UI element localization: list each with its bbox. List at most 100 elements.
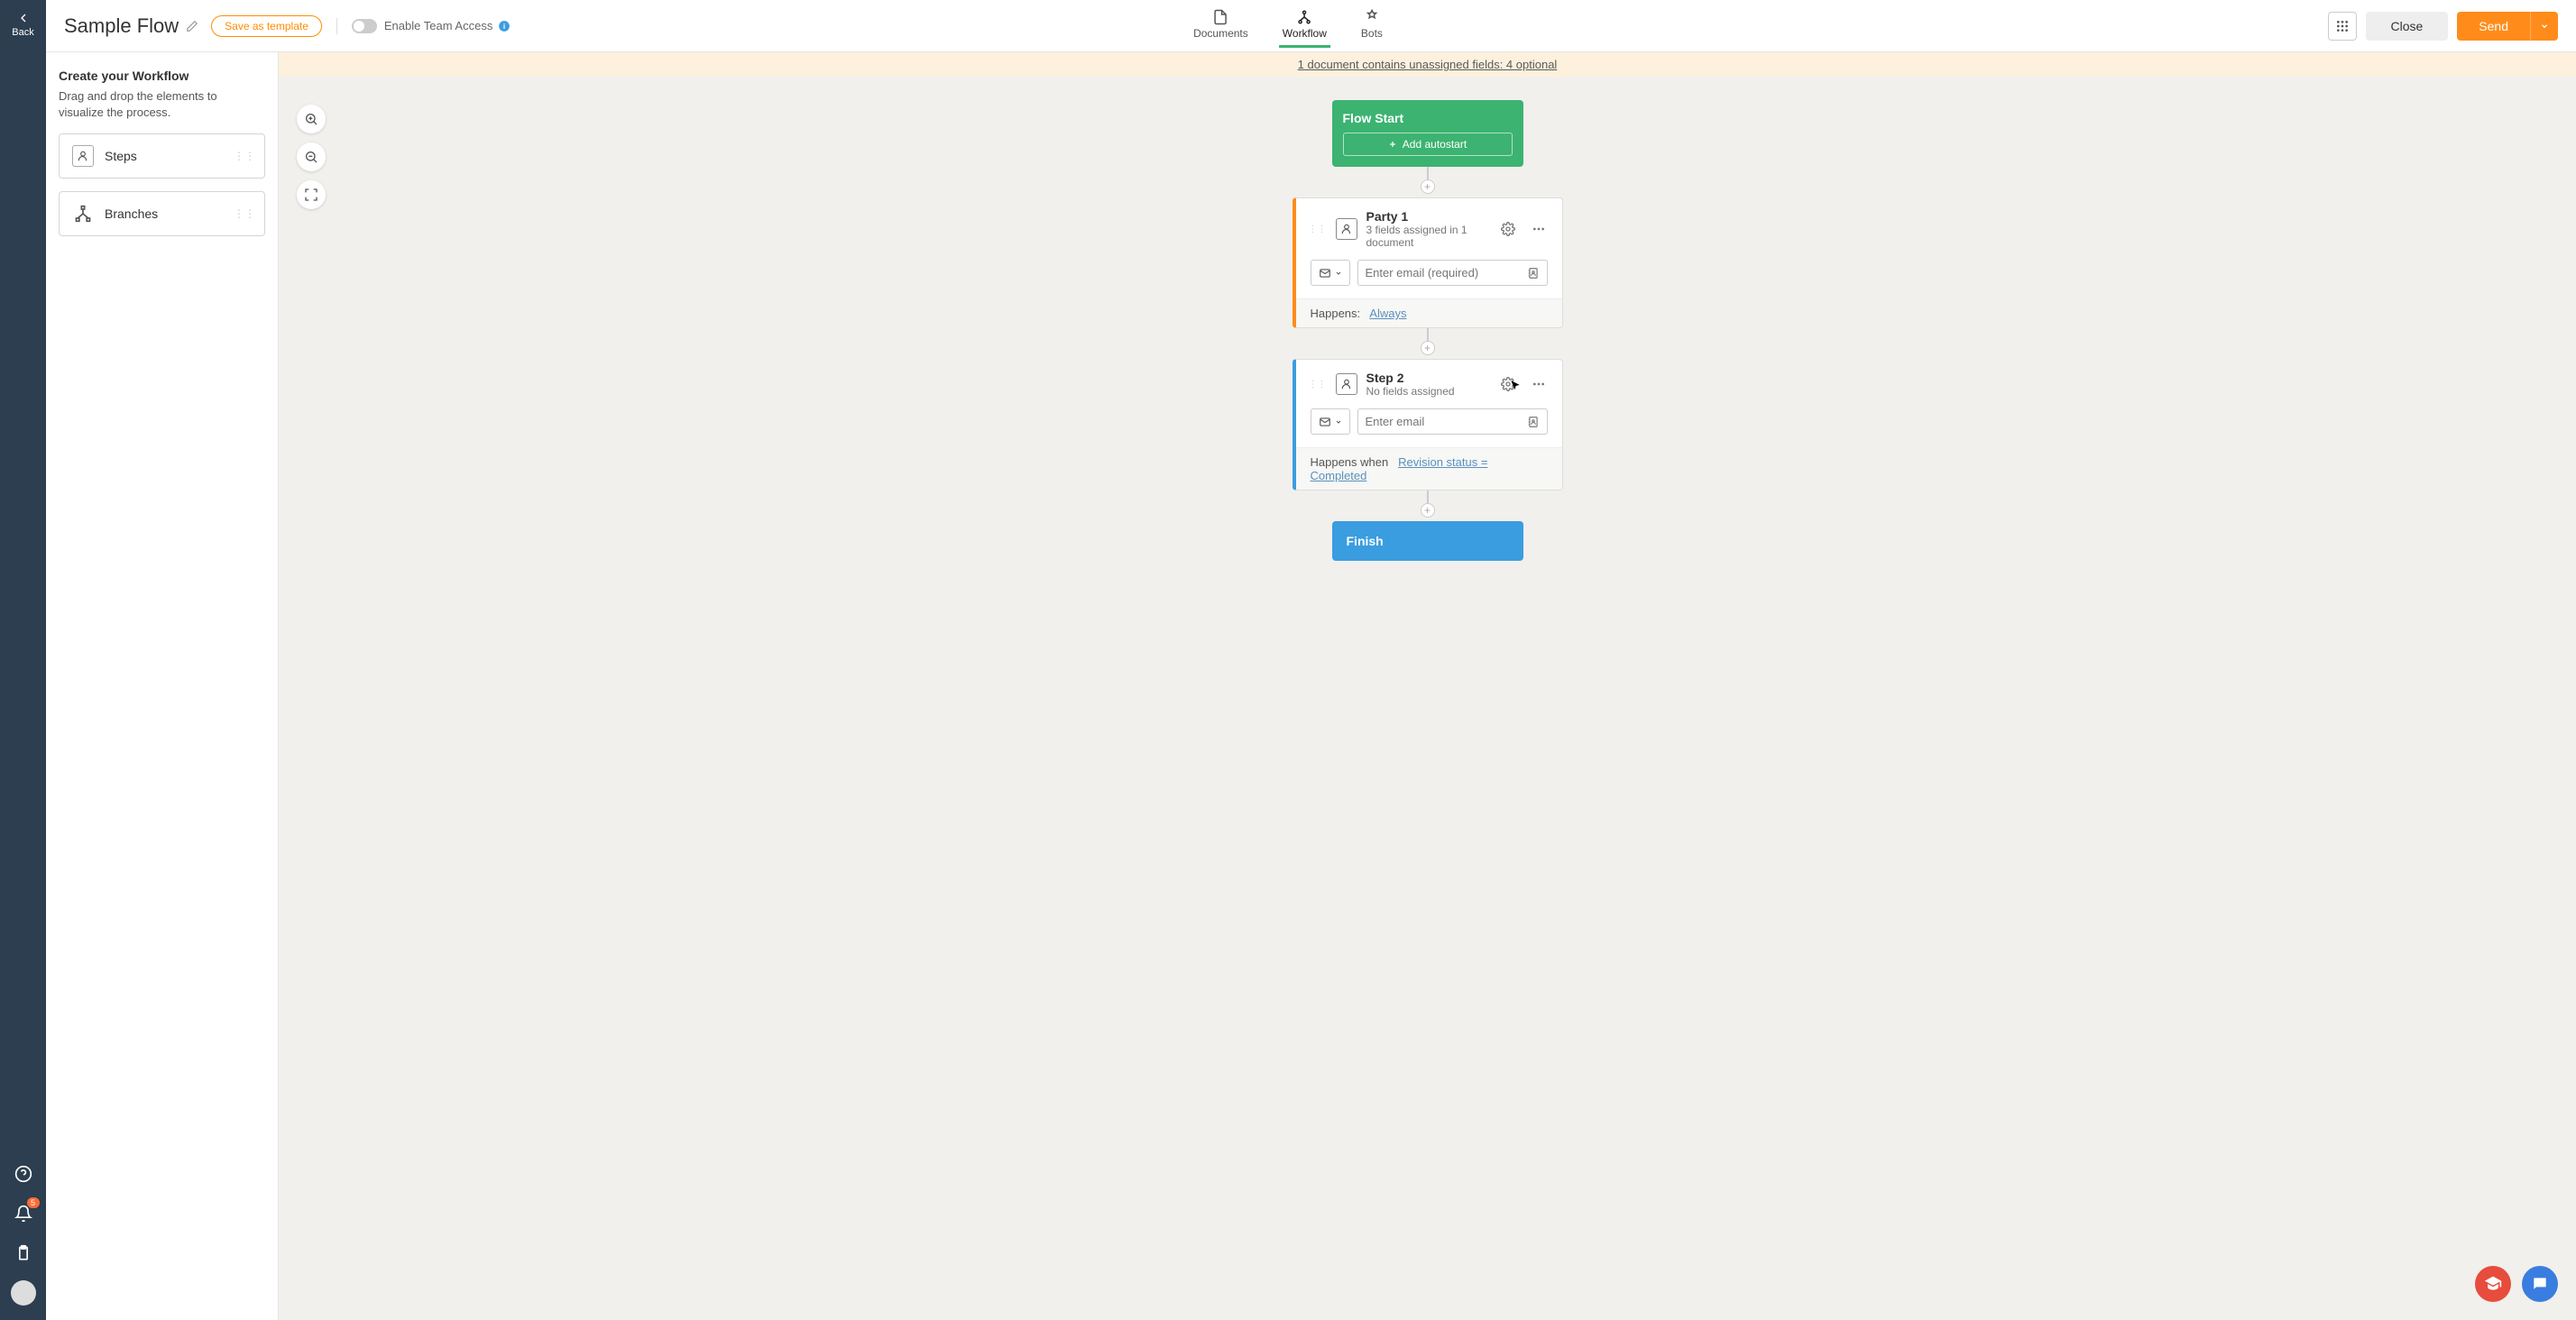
team-access-info-button[interactable]: i [498,20,511,32]
chevron-down-icon [2540,22,2549,31]
plus-icon [1388,140,1397,149]
send-button-group: Send [2457,12,2558,41]
palette-branches-label: Branches [105,206,158,221]
step-body [1296,252,1562,298]
drag-handle-icon: ⋮⋮ [234,150,255,162]
edit-title-button[interactable] [186,20,198,32]
academy-button[interactable] [2475,1266,2511,1302]
chat-icon [2531,1275,2549,1293]
email-input[interactable] [1366,261,1527,285]
step-icon-box [1336,218,1357,240]
notifications-button[interactable]: 5 [9,1199,38,1228]
drag-handle-icon[interactable]: ⋮⋮ [1309,380,1327,390]
drag-handle-icon[interactable]: ⋮⋮ [1309,225,1327,234]
tab-documents-label: Documents [1193,27,1248,40]
apps-button[interactable] [2328,12,2357,41]
steps-icon-box [72,145,94,167]
send-button[interactable]: Send [2457,12,2530,41]
step-icon-box [1336,373,1357,395]
sidebar-panel: Create your Workflow Drag and drop the e… [46,52,279,1320]
zoom-in-button[interactable] [297,105,326,133]
zoom-out-icon [304,150,318,164]
fullscreen-icon [304,188,318,202]
team-access-toggle[interactable] [352,19,377,33]
email-type-button[interactable] [1311,260,1350,286]
gear-icon [1501,222,1515,236]
step-footer: Happens when Revision status = Completed [1296,447,1562,490]
tab-bots-label: Bots [1361,27,1383,40]
add-step-button[interactable]: + [1421,503,1435,518]
clipboard-button[interactable] [9,1239,38,1268]
fullscreen-button[interactable] [297,180,326,209]
back-button[interactable]: Back [8,7,37,41]
step-header: ⋮⋮ Step 2 No fields assigned [1296,360,1562,401]
header-right: Close Send [2328,12,2559,41]
tab-bots[interactable]: Bots [1357,4,1386,48]
grid-icon [2335,19,2350,33]
gear-icon [1501,377,1515,391]
chevron-left-icon [16,11,31,25]
step-footer: Happens: Always [1296,298,1562,327]
address-book-icon [1527,416,1540,428]
zoom-in-icon [304,112,318,126]
happens-label: Happens when [1311,455,1389,469]
header-tabs: Documents Workflow Bots [1190,4,1386,48]
finish-label: Finish [1347,534,1384,548]
add-autostart-label: Add autostart [1403,138,1467,151]
step-title: Step 2 [1366,371,1488,385]
envelope-icon [1319,416,1331,428]
step-settings-button[interactable] [1497,218,1519,240]
step-party1[interactable]: ⋮⋮ Party 1 3 fields assigned in 1 docume… [1293,197,1563,328]
info-icon: i [498,20,511,32]
page-title: Sample Flow [64,14,179,38]
step-settings-button[interactable] [1497,373,1519,395]
ellipsis-icon [1532,377,1546,391]
email-type-button[interactable] [1311,408,1350,435]
zoom-out-button[interactable] [297,142,326,171]
add-step-button[interactable]: + [1421,179,1435,194]
connector: + [1427,167,1429,187]
warning-link[interactable]: 1 document contains unassigned fields: 4… [1298,58,1558,71]
drag-handle-icon: ⋮⋮ [234,207,255,220]
avatar[interactable] [11,1280,36,1306]
palette-branches[interactable]: Branches ⋮⋮ [59,191,265,236]
step-header: ⋮⋮ Party 1 3 fields assigned in 1 docume… [1296,198,1562,252]
help-icon [14,1165,32,1183]
step-step2[interactable]: ⋮⋮ Step 2 No fields assigned [1293,359,1563,490]
help-button[interactable] [9,1160,38,1188]
add-step-button[interactable]: + [1421,341,1435,355]
tab-workflow-label: Workflow [1283,27,1327,40]
contacts-button[interactable] [1527,267,1540,280]
flow-start-node[interactable]: Flow Start Add autostart [1332,100,1523,167]
chevron-down-icon [1335,270,1342,277]
canvas[interactable]: 1 document contains unassigned fields: 4… [279,52,2576,1320]
step-more-button[interactable] [1528,373,1550,395]
happens-link[interactable]: Always [1369,307,1406,320]
contacts-button[interactable] [1527,416,1540,428]
email-input-wrap [1357,260,1548,286]
back-label: Back [12,27,33,38]
add-autostart-button[interactable]: Add autostart [1343,133,1513,156]
chat-button[interactable] [2522,1266,2558,1302]
step-info: Step 2 No fields assigned [1366,371,1488,398]
header: Sample Flow Save as template Enable Team… [46,0,2576,52]
step-more-button[interactable] [1528,218,1550,240]
send-dropdown-button[interactable] [2530,12,2558,41]
tab-documents[interactable]: Documents [1190,4,1252,48]
flow-finish-node[interactable]: Finish [1332,521,1523,561]
step-subtitle: No fields assigned [1366,385,1488,398]
close-button[interactable]: Close [2366,12,2449,41]
notification-badge: 5 [27,1197,40,1208]
left-rail: Back 5 [0,0,46,1320]
team-access-label: Enable Team Access [384,19,492,32]
email-input-wrap [1357,408,1548,435]
save-template-button[interactable]: Save as template [211,15,322,37]
palette-steps[interactable]: Steps ⋮⋮ [59,133,265,179]
workflow-icon [1296,9,1312,25]
email-input[interactable] [1366,409,1527,434]
pencil-icon [186,20,198,32]
tab-workflow[interactable]: Workflow [1279,4,1330,48]
step-subtitle: 3 fields assigned in 1 document [1366,224,1488,249]
graduation-cap-icon [2484,1275,2502,1293]
connector: + [1427,328,1429,348]
